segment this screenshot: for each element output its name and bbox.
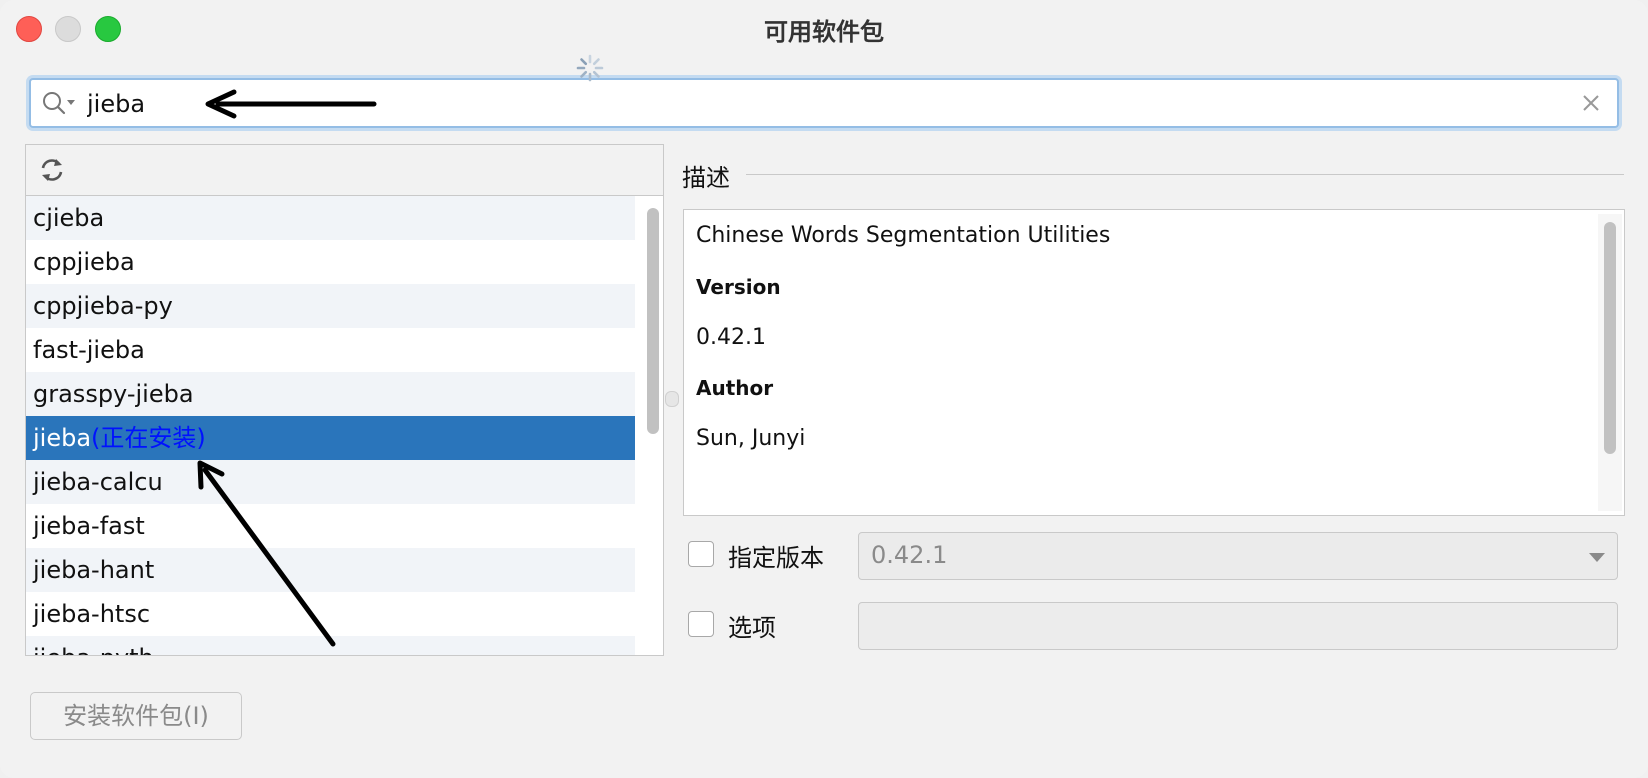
package-name: jieba-pyth <box>33 644 154 655</box>
package-name: jieba-htsc <box>33 600 151 628</box>
options-input[interactable] <box>858 602 1618 650</box>
package-name: cjieba <box>33 204 105 232</box>
author-value: Sun, Junyi <box>696 426 806 451</box>
package-name: jieba <box>33 424 92 452</box>
loading-spinner-icon <box>576 54 604 82</box>
package-name: cppjieba-py <box>33 292 173 320</box>
package-row[interactable]: jieba-hant <box>26 548 635 592</box>
refresh-icon[interactable] <box>38 156 66 184</box>
description-separator <box>746 174 1624 175</box>
package-list-scrollbar[interactable] <box>639 196 663 655</box>
splitter-handle[interactable] <box>665 391 679 407</box>
search-field[interactable] <box>29 78 1619 128</box>
package-row[interactable]: jieba-calcu <box>26 460 635 504</box>
package-row[interactable]: cppjieba-py <box>26 284 635 328</box>
package-row[interactable]: fast-jieba <box>26 328 635 372</box>
package-summary: Chinese Words Segmentation Utilities <box>696 223 1111 248</box>
version-value: 0.42.1 <box>696 325 766 350</box>
specify-version-checkbox[interactable] <box>688 541 714 567</box>
available-packages-window: 可用软件包 cjieba cppjieba cppjieba-py fast-jieb… <box>0 0 1648 778</box>
package-name: cppjieba <box>33 248 135 276</box>
package-row[interactable]: jieba-fast <box>26 504 635 548</box>
package-name: jieba-calcu <box>33 468 163 496</box>
package-list[interactable]: cjieba cppjieba cppjieba-py fast-jieba grass… <box>26 196 635 655</box>
chevron-down-icon <box>1589 553 1605 562</box>
options-checkbox[interactable] <box>688 611 714 637</box>
install-package-button[interactable]: 安装软件包(I) <box>30 692 242 740</box>
window-title: 可用软件包 <box>764 18 884 46</box>
version-select-value: 0.42.1 <box>871 541 948 569</box>
options-label: 选项 <box>728 614 776 642</box>
package-list-panel: cjieba cppjieba cppjieba-py fast-jieba grass… <box>25 144 664 656</box>
package-row[interactable]: cjieba <box>26 196 635 240</box>
clear-icon[interactable] <box>1581 93 1601 113</box>
specify-version-label: 指定版本 <box>728 544 824 572</box>
list-toolbar <box>26 145 663 196</box>
version-heading: Version <box>696 275 781 299</box>
package-row[interactable]: grasspy-jieba <box>26 372 635 416</box>
titlebar: 可用软件包 <box>0 0 1648 56</box>
package-name: fast-jieba <box>33 336 145 364</box>
install-status: (正在安装) <box>91 424 206 452</box>
package-row[interactable]: cppjieba <box>26 240 635 284</box>
description-panel: Chinese Words Segmentation Utilities Ver… <box>683 209 1625 516</box>
search-input[interactable] <box>85 86 1569 122</box>
description-scroll-thumb[interactable] <box>1604 222 1616 454</box>
description-scrollbar[interactable] <box>1598 214 1622 511</box>
package-name: grasspy-jieba <box>33 380 194 408</box>
package-row[interactable]: jieba-htsc <box>26 592 635 636</box>
package-name: jieba-hant <box>33 556 155 584</box>
package-row[interactable]: jieba(正在安装) <box>26 416 635 460</box>
search-icon[interactable] <box>41 90 77 116</box>
description-label: 描述 <box>682 164 730 192</box>
author-heading: Author <box>696 376 774 400</box>
package-name: jieba-fast <box>33 512 145 540</box>
version-select[interactable]: 0.42.1 <box>858 532 1618 580</box>
package-list-scroll-thumb[interactable] <box>647 208 659 434</box>
package-row[interactable]: jieba-pyth <box>26 636 635 655</box>
